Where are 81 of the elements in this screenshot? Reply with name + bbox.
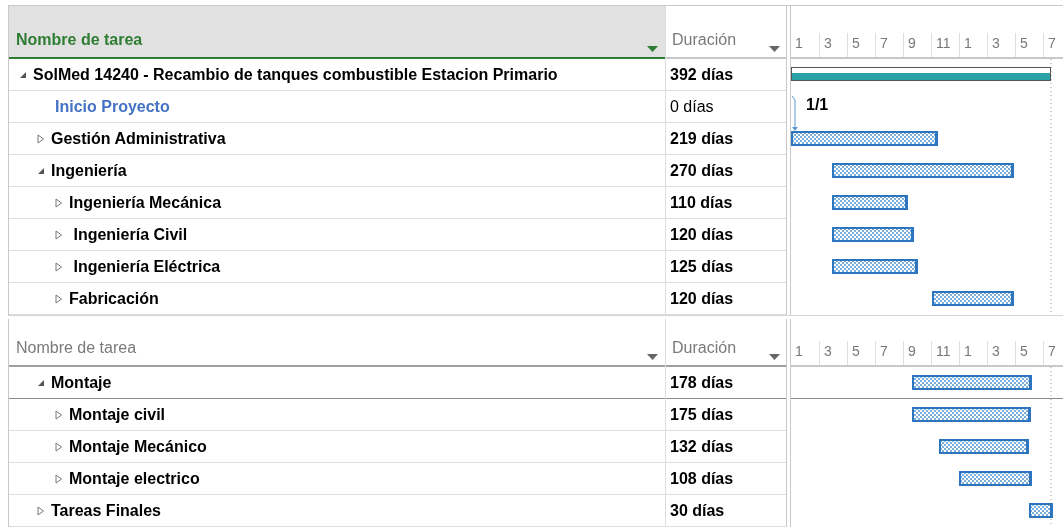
timescale-label: 3	[987, 33, 1015, 57]
duration-cell-text: 110 días	[670, 192, 733, 213]
task-bar[interactable]	[832, 227, 914, 242]
task-bar[interactable]	[832, 163, 1014, 178]
timescale-label: 5	[847, 341, 875, 365]
timescale-label: 7	[875, 33, 903, 57]
timescale-label: 3	[987, 341, 1015, 365]
project-summary-bar[interactable]	[791, 67, 1051, 81]
task-bar[interactable]	[1029, 503, 1053, 518]
expand-triangle-icon[interactable]	[55, 409, 63, 420]
task-bar[interactable]	[959, 471, 1032, 486]
duration-cell-text: 219 días	[670, 128, 734, 149]
dropdown-caret-icon[interactable]	[647, 354, 658, 360]
timescale-label: 7	[875, 341, 903, 365]
timescale-label: 7	[1043, 33, 1063, 57]
task-name[interactable]: Tareas Finales	[51, 498, 161, 523]
dropdown-caret-icon[interactable]	[769, 354, 780, 360]
duration-cell-text: 270 días	[670, 160, 734, 181]
task-bar[interactable]	[832, 195, 908, 210]
task-name[interactable]: Montaje	[51, 370, 112, 395]
collapse-triangle-icon[interactable]	[37, 166, 45, 175]
duration-cell-text: 30 días	[670, 500, 725, 521]
task-name[interactable]: Ingeniería Eléctrica	[69, 254, 221, 279]
task-bar[interactable]	[832, 259, 918, 274]
task-name[interactable]: Ingeniería Mecánica	[69, 190, 222, 215]
task-bar[interactable]	[939, 439, 1029, 454]
duration-cell-text: 178 días	[670, 372, 734, 393]
duration-cell-text: 392 días	[670, 64, 734, 85]
expand-triangle-icon[interactable]	[55, 293, 63, 304]
task-name[interactable]: Montaje electrico	[69, 466, 200, 491]
task-bar[interactable]	[791, 131, 938, 146]
expand-triangle-icon[interactable]	[37, 505, 45, 516]
expand-triangle-icon[interactable]	[55, 197, 63, 208]
task-name[interactable]: Ingeniería	[51, 158, 127, 183]
timescale-label: 5	[1015, 341, 1043, 365]
timescale-label: 1	[794, 342, 804, 361]
collapse-triangle-icon[interactable]	[37, 378, 45, 387]
collapse-triangle-icon[interactable]	[19, 70, 27, 79]
duration-cell-text: 108 días	[670, 468, 734, 489]
column-header-label[interactable]: Duración	[672, 336, 737, 360]
expand-triangle-icon[interactable]	[55, 229, 63, 240]
timescale-label: 5	[1015, 33, 1043, 57]
timescale-label: 3	[819, 33, 847, 57]
timescale-label: 1	[959, 341, 987, 365]
task-bar[interactable]	[912, 375, 1032, 390]
timescale-label: 9	[903, 341, 931, 365]
task-bar[interactable]	[932, 291, 1014, 306]
dropdown-caret-icon[interactable]	[769, 46, 780, 52]
task-name[interactable]: Gestión Administrativa	[51, 126, 226, 151]
link-arrow	[791, 95, 798, 131]
expand-triangle-icon[interactable]	[55, 441, 63, 452]
task-bar[interactable]	[912, 407, 1031, 422]
timescale-label: 5	[847, 33, 875, 57]
task-name[interactable]: Ingeniería Civil	[69, 222, 188, 247]
column-header-label: Nombre de tarea	[16, 30, 143, 50]
timescale-label: 1	[794, 34, 804, 53]
expand-triangle-icon[interactable]	[37, 133, 45, 144]
dropdown-caret-icon[interactable]	[647, 46, 658, 52]
timescale-label: 1	[959, 33, 987, 57]
column-header-label[interactable]: Duración	[672, 28, 737, 52]
task-name[interactable]: Montaje civil	[69, 402, 166, 427]
task-name[interactable]: Montaje Mecánico	[69, 434, 207, 459]
duration-cell-text: 120 días	[670, 288, 734, 309]
timescale-label: 11	[931, 341, 959, 365]
timescale-label: 7	[1043, 341, 1063, 365]
task-name[interactable]: Inicio Proyecto	[47, 94, 170, 119]
duration-cell-text: 132 días	[670, 436, 734, 457]
timescale-label: 3	[819, 341, 847, 365]
duration-cell-text: 120 días	[670, 224, 734, 245]
timescale-label: 11	[931, 33, 959, 57]
column-header[interactable]: Nombre de tarea	[9, 6, 665, 59]
expand-triangle-icon[interactable]	[55, 473, 63, 484]
duration-cell-text: 175 días	[670, 404, 734, 425]
duration-cell-text: 0 días	[670, 96, 714, 117]
milestone-date-label: 1/1	[806, 96, 829, 113]
timescale-label: 9	[903, 33, 931, 57]
duration-cell-text: 125 días	[670, 256, 734, 277]
expand-triangle-icon[interactable]	[55, 261, 63, 272]
column-header-label: Nombre de tarea	[16, 338, 137, 358]
task-name[interactable]: SolMed 14240 - Recambio de tanques combustible Estacion Primario	[33, 62, 558, 87]
task-name[interactable]: Fabricación	[69, 286, 159, 311]
